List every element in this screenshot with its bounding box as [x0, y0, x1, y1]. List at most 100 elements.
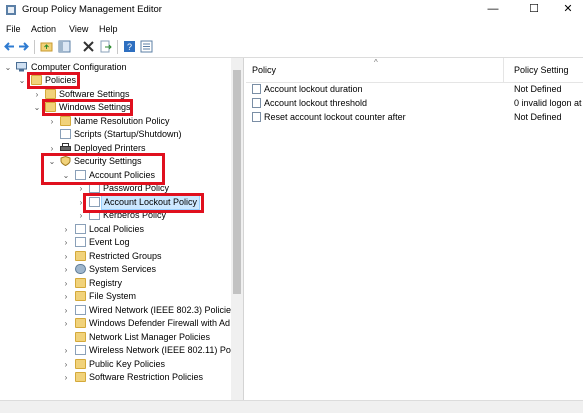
menu-bar: File Action View Help: [0, 20, 583, 37]
menu-view[interactable]: View: [69, 24, 88, 34]
collapse-arrow-icon[interactable]: ⌄: [33, 101, 41, 114]
column-header-setting[interactable]: Policy Setting: [508, 58, 583, 82]
tree-node-file-system[interactable]: › File System: [0, 290, 230, 303]
menu-help[interactable]: Help: [99, 24, 118, 34]
horizontal-scrollbar[interactable]: [0, 400, 583, 413]
list-row[interactable]: Account lockout threshold 0 invalid logo…: [246, 96, 583, 110]
tree-scrollbar-thumb[interactable]: [233, 70, 241, 294]
policy-icon: [89, 183, 100, 193]
expand-arrow-icon[interactable]: ›: [33, 88, 41, 101]
tree-node-software-settings[interactable]: › Software Settings: [0, 88, 230, 101]
expand-arrow-icon[interactable]: ›: [77, 209, 85, 222]
expand-arrow-icon[interactable]: ›: [62, 304, 70, 317]
folder-icon: [31, 75, 42, 85]
help-icon[interactable]: ?: [123, 40, 136, 53]
tree-node-kerberos-policy[interactable]: › Kerberos Policy: [0, 209, 230, 222]
expand-arrow-icon[interactable]: ›: [62, 223, 70, 236]
back-icon[interactable]: [3, 40, 16, 53]
folder-icon: [75, 359, 86, 369]
tree-node-restricted-groups[interactable]: › Restricted Groups: [0, 250, 230, 263]
close-button[interactable]: ✕: [553, 2, 583, 18]
folder-icon: [60, 116, 71, 126]
tree-node-password-policy[interactable]: › Password Policy: [0, 182, 230, 195]
wireless-icon: [75, 345, 86, 355]
expand-arrow-icon[interactable]: ›: [77, 196, 85, 209]
expand-arrow-icon[interactable]: ›: [62, 236, 70, 249]
printer-icon: [60, 143, 71, 151]
tree-label: Software Settings: [59, 89, 130, 99]
expand-arrow-icon[interactable]: ›: [48, 142, 56, 155]
up-folder-icon[interactable]: [40, 40, 53, 53]
tree-node-event-log[interactable]: › Event Log: [0, 236, 230, 249]
tree-node-scripts[interactable]: Scripts (Startup/Shutdown): [0, 128, 230, 141]
tree-label: Password Policy: [103, 183, 170, 193]
expand-arrow-icon[interactable]: ›: [62, 277, 70, 290]
tree-node-registry[interactable]: › Registry: [0, 277, 230, 290]
forward-icon[interactable]: [17, 40, 30, 53]
tree-label: Wireless Network (IEEE 802.11) Polic: [89, 345, 240, 355]
list-row[interactable]: Account lockout duration Not Defined: [246, 82, 583, 96]
tree-label: Scripts (Startup/Shutdown): [74, 129, 182, 139]
tree-node-public-key-policies[interactable]: › Public Key Policies: [0, 358, 230, 371]
tree-label: Public Key Policies: [89, 359, 166, 369]
tree-node-deployed-printers[interactable]: › Deployed Printers: [0, 142, 230, 155]
expand-arrow-icon[interactable]: ›: [62, 263, 70, 276]
delete-icon[interactable]: [82, 40, 95, 53]
policy-icon: [89, 197, 100, 207]
tree-node-security-settings[interactable]: ⌄ Security Settings: [0, 155, 230, 168]
gear-icon: [75, 264, 86, 274]
tree-node-policies[interactable]: ⌄ Policies: [0, 74, 230, 87]
collapse-arrow-icon[interactable]: ⌄: [4, 61, 12, 74]
expand-arrow-icon[interactable]: ›: [62, 358, 70, 371]
collapse-arrow-icon[interactable]: ⌄: [62, 169, 70, 182]
properties-icon[interactable]: [140, 40, 153, 53]
expand-arrow-icon[interactable]: ›: [62, 250, 70, 263]
tree-node-account-lockout-policy[interactable]: › Account Lockout Policy: [0, 195, 230, 210]
folder-icon: [75, 291, 86, 301]
folder-icon: [75, 318, 86, 328]
tree-node-system-services[interactable]: › System Services: [0, 263, 230, 276]
list-row[interactable]: Reset account lockout counter after Not …: [246, 110, 583, 124]
expand-arrow-icon[interactable]: ›: [62, 317, 70, 330]
tree-label: Local Policies: [89, 224, 145, 234]
policy-name: Account lockout duration: [264, 84, 363, 94]
expand-arrow-icon[interactable]: ›: [77, 182, 85, 195]
expand-arrow-icon[interactable]: ›: [48, 115, 56, 128]
menu-file[interactable]: File: [6, 24, 21, 34]
tree-label: Windows Defender Firewall with Ad: [89, 318, 231, 328]
maximize-button[interactable]: ☐: [519, 2, 549, 18]
expand-arrow-icon[interactable]: ›: [62, 344, 70, 357]
expand-arrow-icon[interactable]: ›: [62, 290, 70, 303]
collapse-arrow-icon[interactable]: ⌄: [18, 74, 26, 87]
tree-node-network-list-manager[interactable]: Network List Manager Policies: [0, 331, 230, 344]
tree-node-name-resolution-policy[interactable]: › Name Resolution Policy: [0, 115, 230, 128]
tree-label: Restricted Groups: [89, 251, 162, 261]
tree-label: Network List Manager Policies: [89, 332, 211, 342]
folder-icon: [75, 278, 86, 288]
policy-name: Account lockout threshold: [264, 98, 368, 108]
tree-node-software-restriction[interactable]: › Software Restriction Policies: [0, 371, 230, 384]
tree-node-wired-network[interactable]: › Wired Network (IEEE 802.3) Policies: [0, 304, 236, 317]
tree-node-computer-configuration[interactable]: ⌄ Computer Configuration: [0, 61, 230, 74]
show-hide-tree-icon[interactable]: [58, 40, 71, 53]
tree-label: Registry: [89, 278, 123, 288]
tree-node-defender-firewall[interactable]: › Windows Defender Firewall with Ad: [0, 317, 230, 330]
tree-node-local-policies[interactable]: › Local Policies: [0, 223, 230, 236]
minimize-button[interactable]: —: [478, 2, 508, 18]
tree-label: Wired Network (IEEE 802.3) Policies: [89, 305, 236, 315]
tree-label: Software Restriction Policies: [89, 372, 204, 382]
tree-label: Computer Configuration: [31, 62, 127, 72]
folder-icon: [75, 372, 86, 382]
tree-label: File System: [89, 291, 137, 301]
network-icon: [75, 305, 86, 315]
tree-label: Account Lockout Policy: [100, 195, 201, 210]
tree-node-wireless-network[interactable]: › Wireless Network (IEEE 802.11) Polic: [0, 344, 239, 357]
tree-node-windows-settings[interactable]: ⌄ Windows Settings: [0, 101, 230, 114]
menu-action[interactable]: Action: [31, 24, 56, 34]
collapse-arrow-icon[interactable]: ⌄: [48, 155, 56, 168]
expand-arrow-icon[interactable]: ›: [62, 371, 70, 384]
export-list-icon[interactable]: [99, 40, 112, 53]
tree-node-account-policies[interactable]: ⌄ Account Policies: [0, 169, 230, 182]
svg-text:?: ?: [127, 42, 132, 52]
script-icon: [60, 129, 71, 139]
